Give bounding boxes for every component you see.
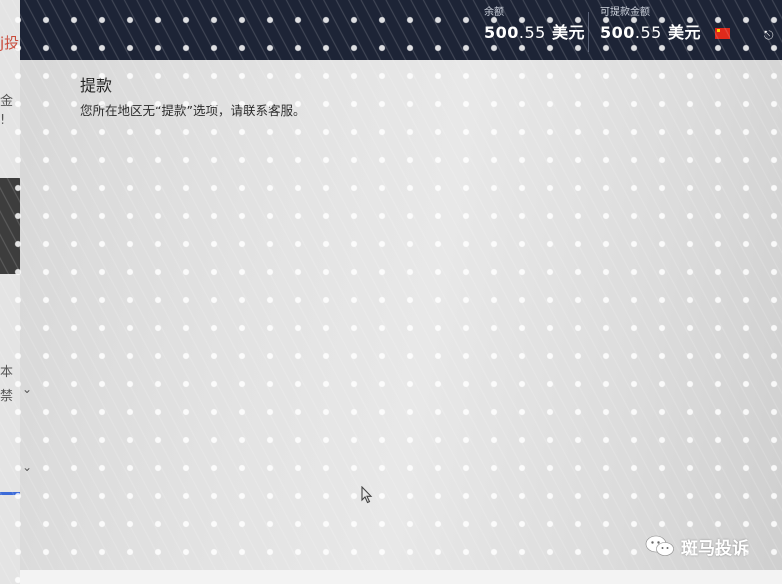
background-red-text: j投: [0, 34, 20, 52]
balance-main: 500: [484, 23, 519, 42]
balance-currency: 美元: [551, 23, 585, 42]
background-blue-line: [0, 492, 20, 495]
china-flag-icon[interactable]: [715, 28, 730, 39]
withdrawable-block: 可提款金额 500.55 美元: [600, 6, 701, 46]
balance-amount: 500.55 美元: [484, 20, 585, 46]
balance-block: 余额 500.55 美元: [484, 6, 585, 46]
screen: j投 金 ! 本 禁 ⌄ ⌄ 余额 500.55 美元 可提款金额 500.55…: [0, 0, 782, 584]
background-bottom-strip: [20, 570, 782, 584]
watermark-text: 斑马投诉: [681, 538, 749, 559]
wechat-icon: [645, 535, 674, 556]
background-page-strip: j投 金 ! 本 禁: [0, 0, 20, 584]
withdrawable-label: 可提款金额: [600, 7, 650, 18]
withdrawable-amount: 500.55 美元: [600, 20, 701, 46]
background-text-line: 本: [0, 365, 14, 380]
withdraw-panel: 提款 您所在地区无“提款”选项，请联系客服。: [20, 60, 782, 570]
mouse-cursor-icon: [361, 486, 373, 504]
withdraw-unavailable-message: 您所在地区无“提款”选项，请联系客服。: [80, 103, 306, 118]
background-text-line: 金: [0, 94, 14, 109]
background-text-line: !: [0, 113, 6, 128]
page-title: 提款: [80, 76, 113, 95]
balance-cents: .55: [518, 23, 546, 42]
balance-label: 余额: [484, 7, 504, 18]
withdrawable-currency: 美元: [667, 23, 701, 42]
withdrawable-cents: .55: [634, 23, 662, 42]
watermark: 斑马投诉: [645, 533, 749, 559]
logout-icon[interactable]: ⎋: [764, 28, 778, 42]
background-text-line: 禁: [0, 389, 14, 404]
withdrawable-main: 500: [600, 23, 635, 42]
top-header: 余额 500.55 美元 可提款金额 500.55 美元 ⎋: [20, 0, 782, 60]
background-dark-block: [0, 178, 20, 274]
header-divider: [588, 12, 589, 52]
